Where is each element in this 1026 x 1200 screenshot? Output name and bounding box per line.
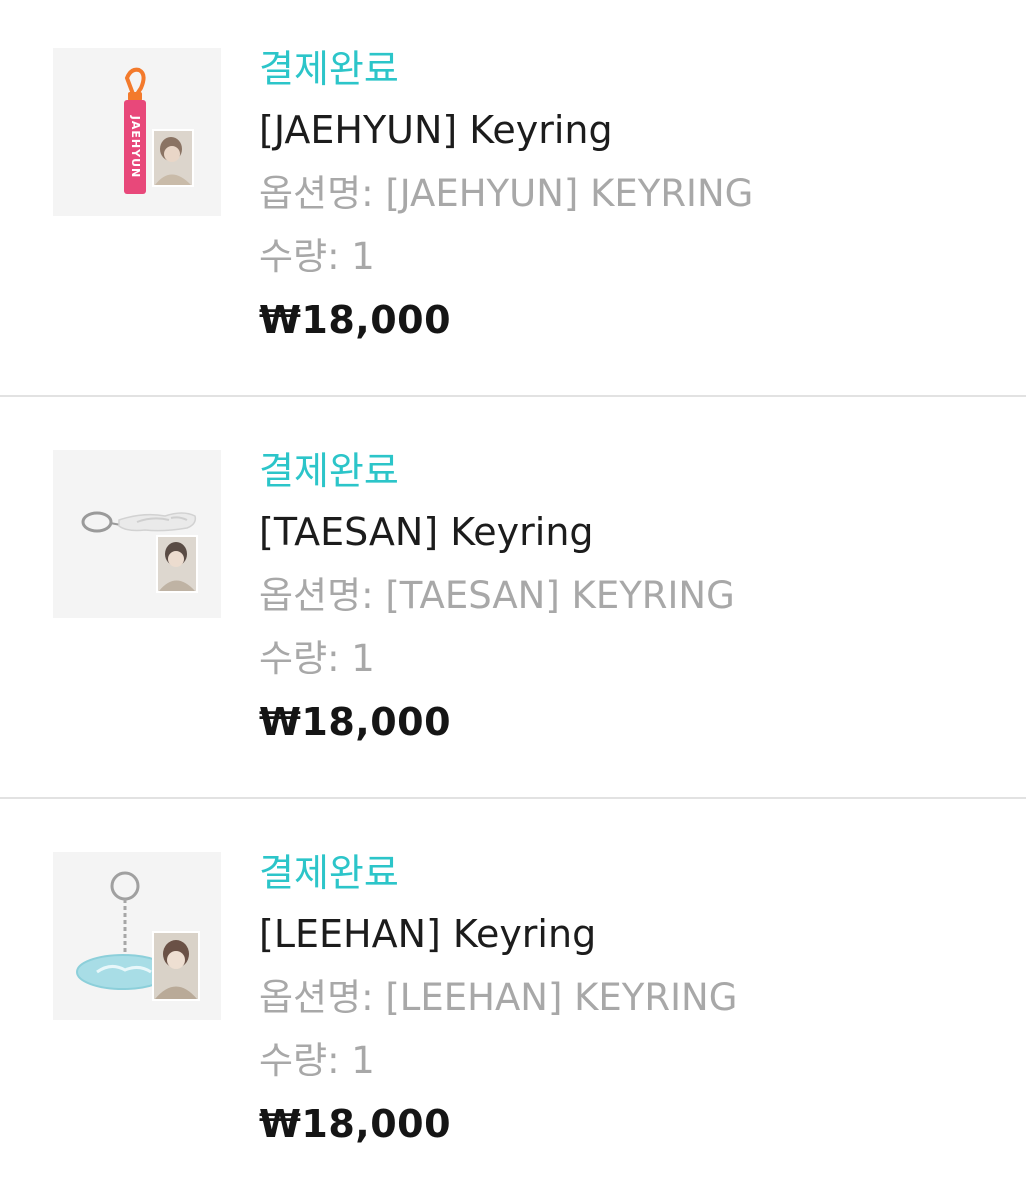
- price: ₩18,000: [259, 298, 452, 342]
- product-name[interactable]: [TAESAN] Keyring: [259, 500, 999, 564]
- jaehyun-strap-keyring-product-icon: JAEHYUN: [124, 67, 194, 194]
- price: ₩18,000: [259, 700, 452, 744]
- strap-text: JAEHYUN: [129, 115, 142, 178]
- price: ₩18,000: [259, 1102, 452, 1146]
- leehan-keyring-thumbnail[interactable]: [53, 852, 221, 1020]
- taesan-acrylic-keyring-product-icon: [81, 511, 198, 593]
- quantity: 수량: 1: [259, 235, 375, 278]
- order-info: 결제완료 [TAESAN] Keyring 옵션명: [TAESAN] KEYR…: [259, 442, 999, 754]
- leehan-acrylic-keyring-product-icon: [76, 871, 200, 1001]
- payment-status: 결제완료: [259, 47, 399, 91]
- option-name: 옵션명: [JAEHYUN] KEYRING: [259, 172, 754, 215]
- option-name: 옵션명: [TAESAN] KEYRING: [259, 574, 735, 617]
- order-list: JAEHYUN 결제완료 [JAEHYUN] Keyring 옵션명: [JAE…: [0, 0, 1026, 1200]
- payment-status: 결제완료: [259, 449, 399, 493]
- order-info: 결제완료 [LEEHAN] Keyring 옵션명: [LEEHAN] KEYR…: [259, 844, 999, 1156]
- payment-status: 결제완료: [259, 851, 399, 895]
- option-name: 옵션명: [LEEHAN] KEYRING: [259, 976, 738, 1019]
- divider: [0, 395, 1026, 397]
- order-item[interactable]: JAEHYUN 결제완료 [JAEHYUN] Keyring 옵션명: [JAE…: [0, 0, 1026, 402]
- taesan-keyring-thumbnail[interactable]: [53, 450, 221, 618]
- product-name[interactable]: [JAEHYUN] Keyring: [259, 98, 999, 162]
- quantity: 수량: 1: [259, 1039, 375, 1082]
- divider: [0, 797, 1026, 799]
- order-item[interactable]: 결제완료 [TAESAN] Keyring 옵션명: [TAESAN] KEYR…: [0, 402, 1026, 804]
- order-info: 결제완료 [JAEHYUN] Keyring 옵션명: [JAEHYUN] KE…: [259, 40, 999, 352]
- jaehyun-keyring-thumbnail[interactable]: JAEHYUN: [53, 48, 221, 216]
- order-item[interactable]: 결제완료 [LEEHAN] Keyring 옵션명: [LEEHAN] KEYR…: [0, 804, 1026, 1200]
- product-name[interactable]: [LEEHAN] Keyring: [259, 902, 999, 966]
- quantity: 수량: 1: [259, 637, 375, 680]
